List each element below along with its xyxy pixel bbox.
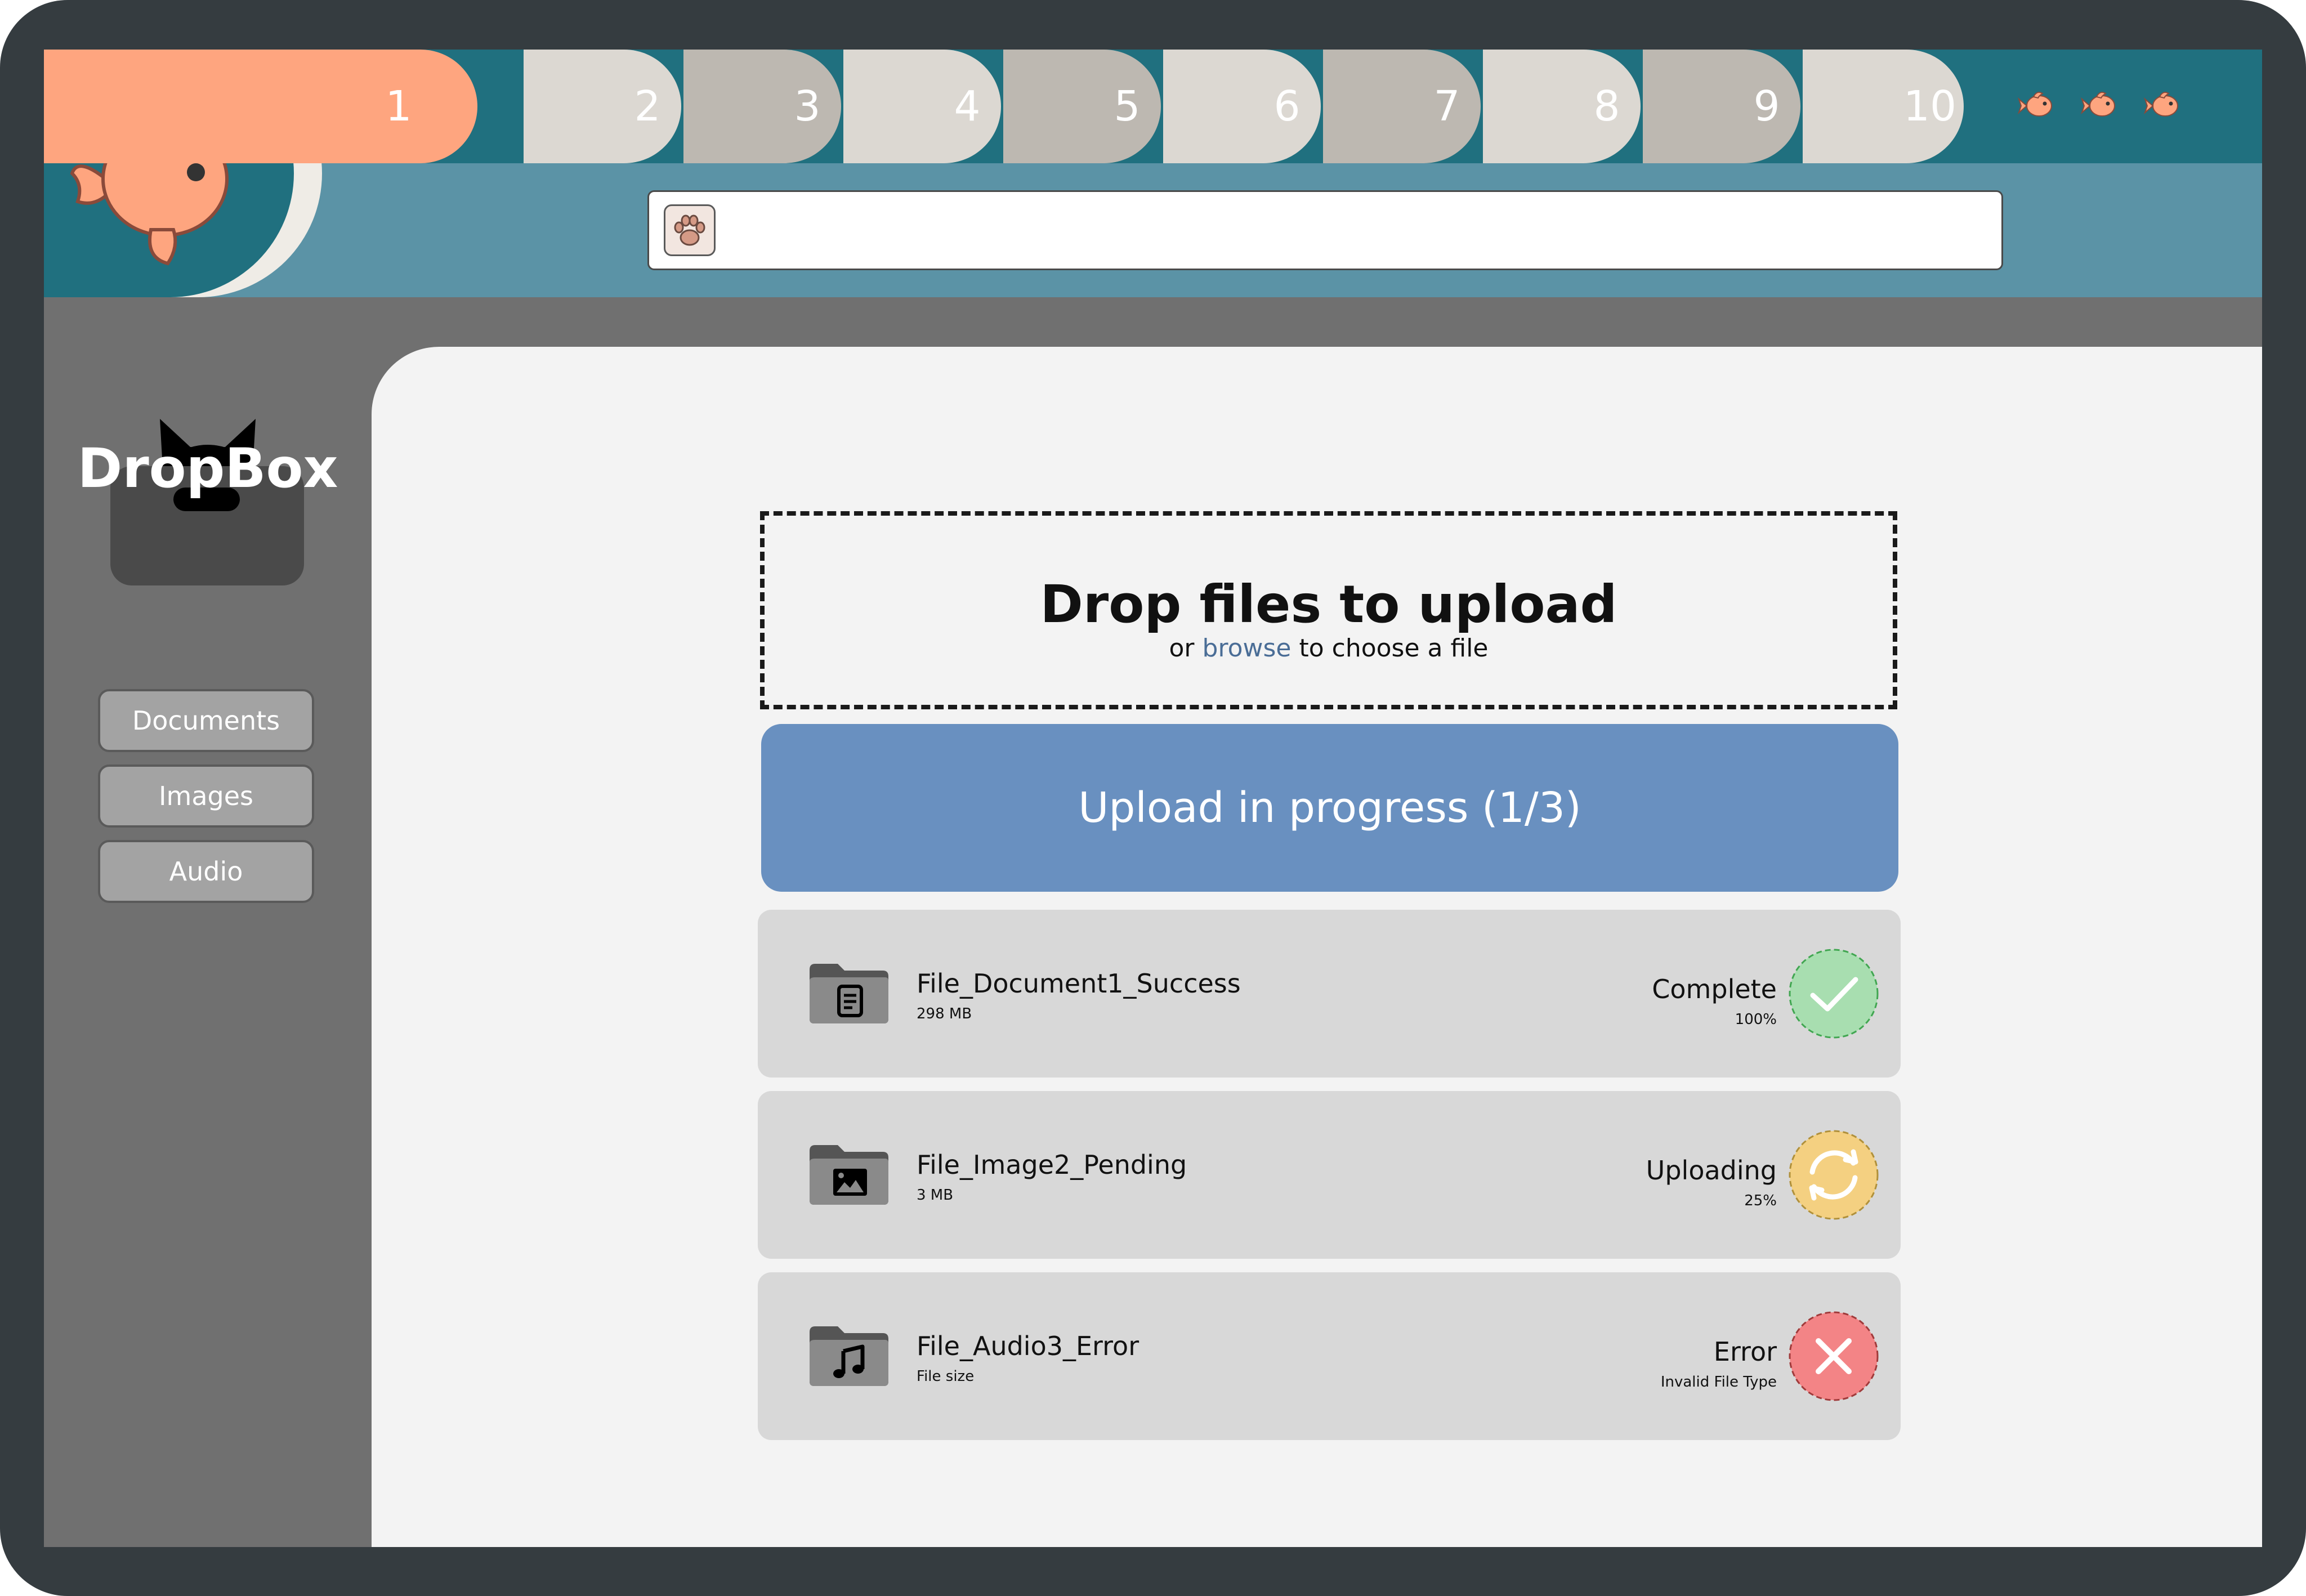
tab-2[interactable]: 2 bbox=[524, 50, 681, 163]
tab-label: 8 bbox=[1593, 82, 1620, 131]
file-name: File_Image2_Pending bbox=[917, 1150, 1187, 1180]
status-detail: 25% bbox=[1744, 1192, 1777, 1209]
sidebar-item-images[interactable]: Images bbox=[98, 765, 314, 828]
search-input[interactable] bbox=[728, 203, 1991, 261]
tab-4[interactable]: 4 bbox=[843, 50, 1001, 163]
fish-icon[interactable] bbox=[2017, 88, 2056, 122]
tab-strip: 10 9 8 7 6 5 4 3 2 1 bbox=[44, 50, 2262, 163]
brand-name: DropBox bbox=[77, 437, 338, 500]
status-label: Error bbox=[1713, 1336, 1777, 1367]
tab-label: 1 bbox=[385, 82, 412, 131]
tab-8[interactable]: 8 bbox=[1483, 50, 1641, 163]
drop-sub-prefix: or bbox=[1169, 634, 1195, 663]
fish-icon[interactable] bbox=[2080, 88, 2119, 122]
file-name: File_Audio3_Error bbox=[917, 1331, 1139, 1361]
file-size: 298 MB bbox=[917, 1005, 972, 1022]
upload-progress-banner[interactable]: Upload in progress (1/3) bbox=[761, 724, 1898, 892]
tab-label: 4 bbox=[954, 82, 981, 131]
device-frame: 10 9 8 7 6 5 4 3 2 1 DropBox Documents I… bbox=[0, 0, 2306, 1596]
tab-1[interactable]: 1 bbox=[44, 50, 477, 163]
app-window: 10 9 8 7 6 5 4 3 2 1 DropBox Documents I… bbox=[44, 50, 2262, 1547]
tab-label: 7 bbox=[1433, 82, 1460, 131]
sidebar-item-audio[interactable]: Audio bbox=[98, 840, 314, 903]
tab-label: 5 bbox=[1114, 82, 1141, 131]
drop-subtitle: or browse to choose a file bbox=[765, 634, 1893, 663]
main-content: Drop files to upload or browse to choose… bbox=[372, 347, 2262, 1547]
status-label: Uploading bbox=[1646, 1155, 1777, 1186]
status-detail: Invalid File Type bbox=[1660, 1374, 1777, 1391]
drop-sub-suffix: to choose a file bbox=[1299, 634, 1489, 663]
tab-label: 6 bbox=[1273, 82, 1301, 131]
fish-icon[interactable] bbox=[2143, 88, 2182, 122]
search-button[interactable] bbox=[664, 204, 716, 256]
tab-label: 9 bbox=[1753, 82, 1780, 131]
top-bar: 10 9 8 7 6 5 4 3 2 1 bbox=[44, 50, 2262, 297]
document-icon bbox=[810, 964, 888, 1023]
error-x-icon bbox=[1789, 1311, 1879, 1401]
paw-icon bbox=[674, 214, 705, 246]
check-icon bbox=[1789, 949, 1879, 1039]
tab-5[interactable]: 5 bbox=[1003, 50, 1161, 163]
tab-label: 10 bbox=[1903, 82, 1957, 131]
drop-zone[interactable]: Drop files to upload or browse to choose… bbox=[760, 511, 1897, 709]
tab-10[interactable]: 10 bbox=[1803, 50, 1964, 163]
content-header-strip bbox=[44, 297, 2262, 347]
sync-icon bbox=[1789, 1130, 1879, 1220]
browse-link[interactable]: browse bbox=[1203, 634, 1291, 663]
file-size: File size bbox=[917, 1368, 975, 1385]
file-row[interactable]: File_Audio3_Error File size Error Invali… bbox=[758, 1272, 1901, 1440]
music-note-icon bbox=[810, 1326, 888, 1386]
file-row[interactable]: File_Image2_Pending 3 MB Uploading 25% bbox=[758, 1091, 1901, 1259]
file-row[interactable]: File_Document1_Success 298 MB Complete 1… bbox=[758, 910, 1901, 1078]
tab-9[interactable]: 9 bbox=[1643, 50, 1800, 163]
search-bar[interactable] bbox=[647, 190, 2003, 270]
tab-6[interactable]: 6 bbox=[1163, 50, 1321, 163]
tab-label: 3 bbox=[794, 82, 821, 131]
tab-label: 2 bbox=[634, 82, 661, 131]
status-label: Complete bbox=[1652, 974, 1777, 1004]
status-detail: 100% bbox=[1735, 1011, 1777, 1028]
tab-3[interactable]: 3 bbox=[683, 50, 841, 163]
sidebar-item-documents[interactable]: Documents bbox=[98, 689, 314, 752]
sidebar: DropBox Documents Images Audio bbox=[44, 297, 372, 1547]
file-size: 3 MB bbox=[917, 1187, 954, 1204]
drop-title: Drop files to upload bbox=[1040, 574, 1617, 634]
image-icon bbox=[810, 1145, 888, 1205]
file-name: File_Document1_Success bbox=[917, 968, 1241, 999]
tab-7[interactable]: 7 bbox=[1323, 50, 1481, 163]
